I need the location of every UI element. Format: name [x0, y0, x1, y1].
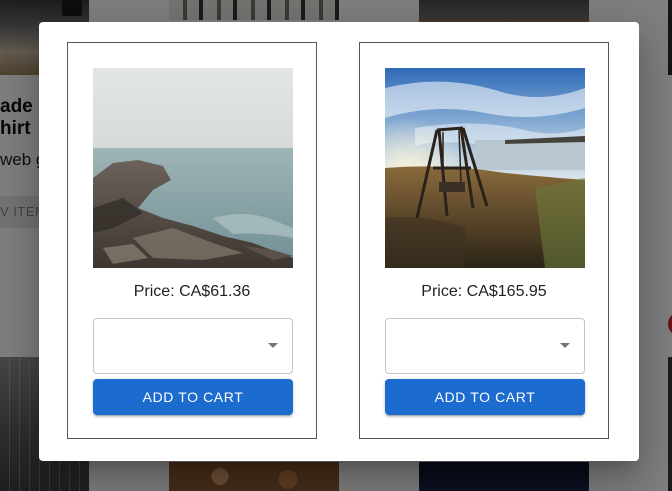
arrow-drop-down-icon[interactable]: [560, 343, 570, 348]
add-to-cart-button[interactable]: ADD TO CART: [93, 379, 293, 415]
product-card: Price: CA$61.36 ADD TO CART: [67, 42, 317, 439]
price-label: Price: CA$61.36: [133, 283, 251, 300]
arrow-drop-down-icon[interactable]: [268, 343, 278, 348]
swing-seaside-image: [385, 68, 585, 268]
product-card: Price: CA$165.95 ADD TO CART: [359, 42, 609, 439]
variant-select[interactable]: [385, 318, 585, 374]
product-dialog: Price: CA$61.36 ADD TO CART Price: CA$16…: [39, 22, 639, 461]
price-label: Price: CA$165.95: [421, 283, 547, 300]
coast-rocks-image: [93, 68, 293, 268]
add-to-cart-button[interactable]: ADD TO CART: [385, 379, 585, 415]
variant-select[interactable]: [93, 318, 293, 374]
